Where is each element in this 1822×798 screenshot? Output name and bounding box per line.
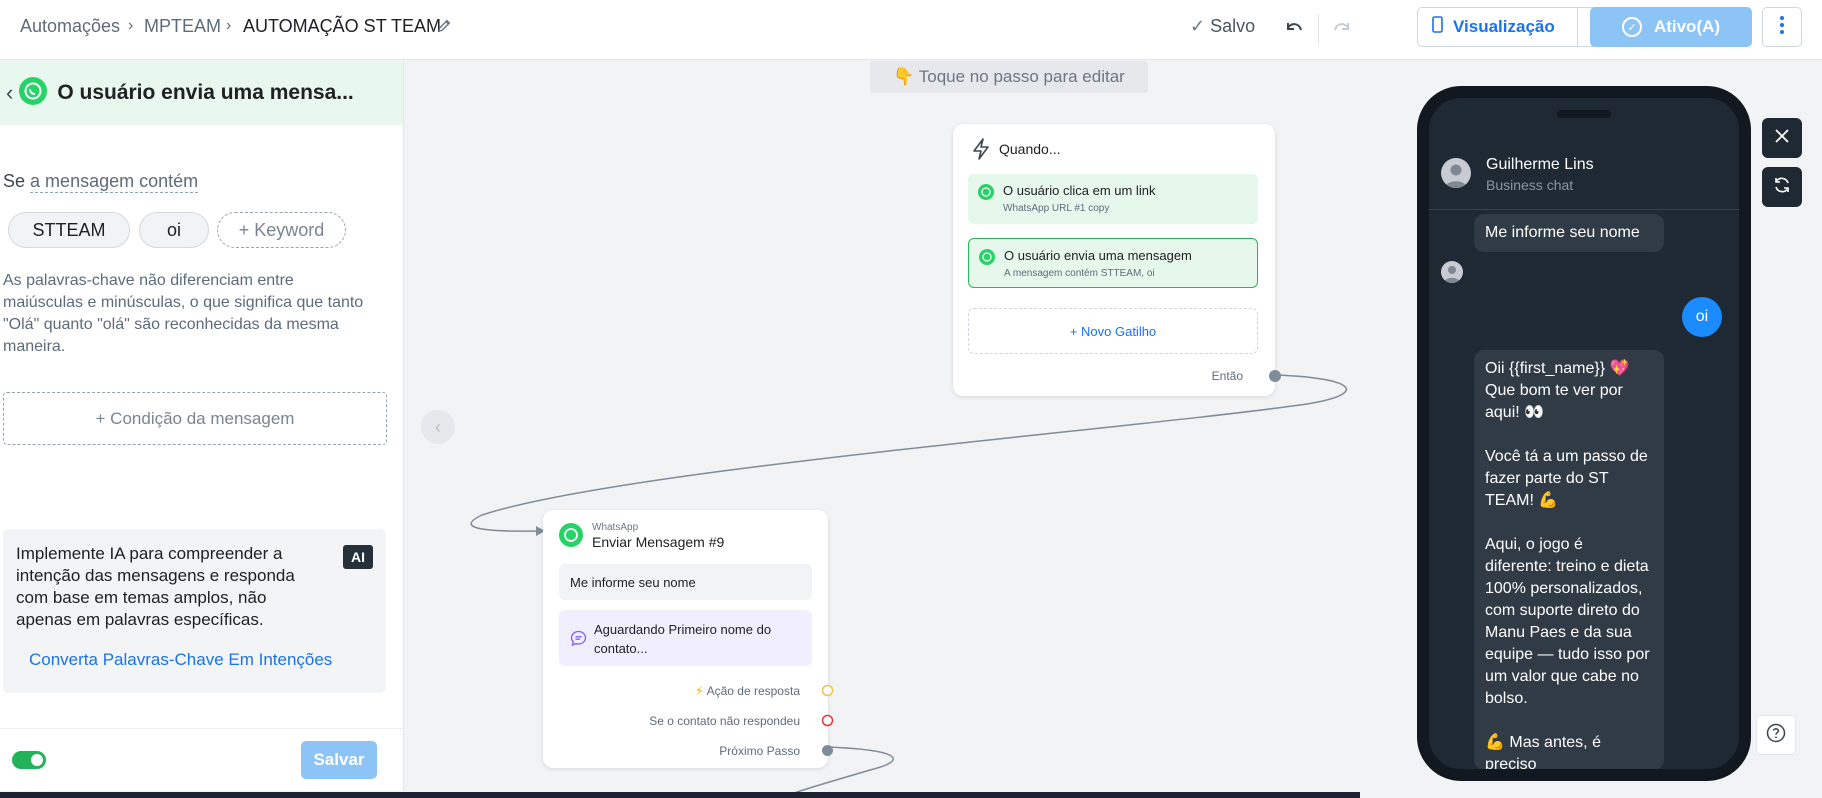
reply-action-row: ⚡ Ação de resposta xyxy=(695,684,800,698)
then-label: Então xyxy=(1211,369,1243,383)
connector-line xyxy=(470,374,1348,532)
avatar xyxy=(1441,261,1463,283)
help-button[interactable] xyxy=(1756,715,1796,755)
trigger-card-header: Quando... xyxy=(971,138,1061,160)
whatsapp-icon xyxy=(978,184,994,205)
os-taskbar xyxy=(0,792,1360,798)
reply-action-label: Ação de resposta xyxy=(706,684,800,698)
phone-preview: Guilherme Lins Business chat Me informe … xyxy=(1417,86,1751,781)
trigger-subtitle: WhatsApp URL #1 copy xyxy=(1003,203,1110,214)
no-reply-port[interactable] xyxy=(821,714,834,727)
phone-notch xyxy=(1557,110,1611,118)
message-card-title: Enviar Mensagem #9 xyxy=(592,534,725,550)
next-step-row: Próximo Passo xyxy=(719,744,800,758)
chat-header: Guilherme Lins Business chat xyxy=(1429,128,1739,210)
trigger-subtitle: A mensagem contém STTEAM, oi xyxy=(1004,268,1155,279)
contact-subtitle: Business chat xyxy=(1486,177,1574,193)
trigger-card[interactable]: Quando... O usuário clica em um link Wha… xyxy=(953,124,1281,396)
restart-preview-button[interactable] xyxy=(1762,167,1802,207)
no-reply-label: Se o contato não respondeu xyxy=(649,714,800,728)
chat-icon xyxy=(570,630,587,652)
lightning-icon: ⚡ xyxy=(695,684,704,698)
trigger-item[interactable]: O usuário clica em um link WhatsApp URL … xyxy=(968,174,1258,224)
close-preview-button[interactable] xyxy=(1762,118,1802,158)
new-trigger-button[interactable]: + Novo Gatilho xyxy=(968,308,1258,354)
refresh-icon xyxy=(1772,175,1792,200)
next-step-port[interactable] xyxy=(821,744,834,757)
reply-action-port[interactable] xyxy=(821,684,834,697)
contact-name: Guilherme Lins xyxy=(1486,156,1594,173)
send-message-card[interactable]: WhatsApp Enviar Mensagem #9 Me informe s… xyxy=(543,510,834,768)
trigger-card-title: Quando... xyxy=(999,141,1061,157)
waiting-reply-block[interactable]: Aguardando Primeiro nome do contato... xyxy=(559,610,812,666)
lightning-icon xyxy=(973,138,989,160)
outgoing-message: oi xyxy=(1682,297,1722,337)
avatar xyxy=(1441,158,1471,188)
trigger-title: O usuário clica em um link xyxy=(1003,183,1156,198)
incoming-message: Me informe seu nome xyxy=(1474,214,1664,252)
output-port[interactable] xyxy=(1268,369,1282,383)
no-reply-row: Se o contato não respondeu xyxy=(649,714,800,728)
trigger-item-selected[interactable]: O usuário envia uma mensagem A mensagem … xyxy=(968,238,1258,288)
message-preview[interactable]: Me informe seu nome xyxy=(559,564,812,600)
help-icon xyxy=(1766,723,1786,748)
next-step-label: Próximo Passo xyxy=(719,744,800,758)
close-icon xyxy=(1775,128,1789,148)
trigger-title: O usuário envia uma mensagem xyxy=(1004,248,1192,263)
waiting-text: Aguardando Primeiro nome do contato... xyxy=(594,622,772,656)
whatsapp-icon xyxy=(979,249,995,270)
whatsapp-icon xyxy=(559,523,583,552)
incoming-message: Oii {{first_name}} 💖 Que bom te ver por … xyxy=(1474,350,1664,769)
channel-label: WhatsApp xyxy=(592,522,639,533)
